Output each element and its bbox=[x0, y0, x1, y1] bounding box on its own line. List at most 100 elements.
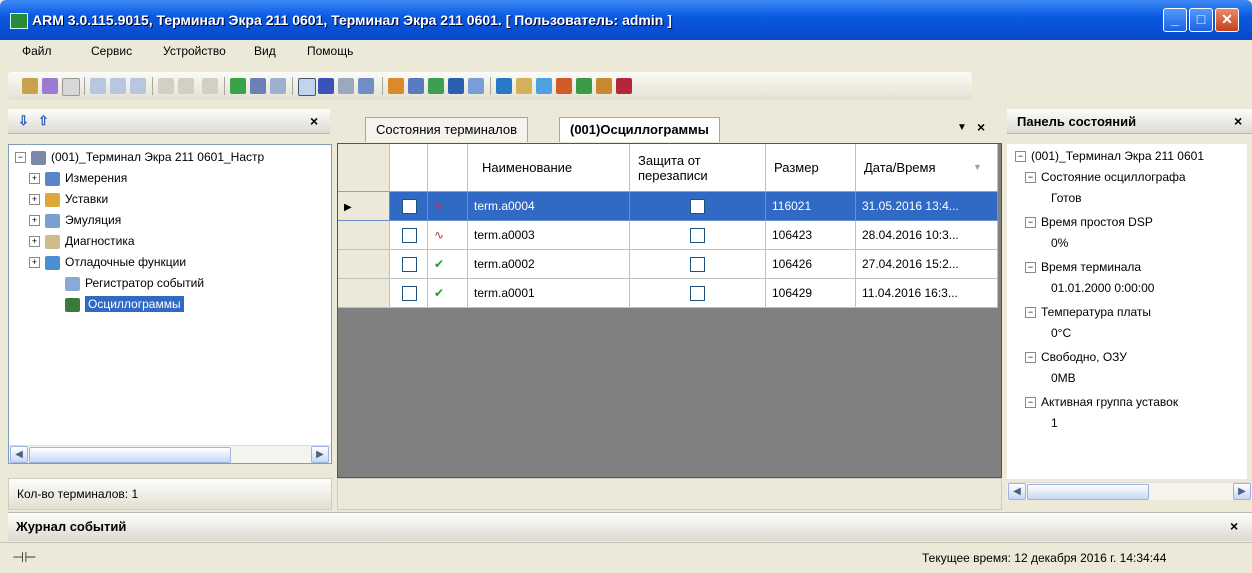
protect-checkbox[interactable] bbox=[690, 228, 705, 243]
toolbar-icon-25[interactable] bbox=[556, 78, 572, 94]
toolbar-icon-22[interactable] bbox=[496, 78, 512, 94]
table-row[interactable]: ▶ ∿ term.a0004 116021 31.05.2016 13:4... bbox=[338, 192, 1001, 221]
row-checkbox[interactable] bbox=[402, 199, 417, 214]
collapse-icon[interactable]: − bbox=[1025, 172, 1036, 184]
grid-icon[interactable] bbox=[270, 78, 286, 94]
right-pane-close-icon[interactable]: × bbox=[1234, 113, 1242, 129]
open-icon[interactable] bbox=[22, 78, 38, 94]
row-checkbox[interactable] bbox=[402, 257, 417, 272]
collapse-icon[interactable]: − bbox=[1025, 217, 1036, 229]
collapse-icon[interactable]: − bbox=[1025, 397, 1036, 409]
journal-close-icon[interactable]: × bbox=[1230, 518, 1238, 534]
collapse-icon[interactable]: − bbox=[1025, 262, 1036, 274]
arrow-up-icon[interactable]: ⇧ bbox=[38, 113, 49, 129]
event-journal-title[interactable]: Журнал событий bbox=[16, 519, 126, 534]
status-item[interactable]: − Состояние осциллографа bbox=[1025, 167, 1186, 188]
menu-service[interactable]: Сервис bbox=[91, 44, 132, 58]
toolbar-icon-7[interactable] bbox=[158, 78, 174, 94]
column-header-size[interactable]: Размер bbox=[766, 144, 856, 192]
status-root[interactable]: − (001)_Терминал Экра 211 0601 bbox=[1015, 146, 1204, 167]
connect-icon[interactable] bbox=[230, 78, 246, 94]
tree-node-event-recorder[interactable]: Регистратор событий bbox=[65, 273, 204, 294]
tree-node-emulation[interactable]: + Эмуляция bbox=[29, 210, 121, 231]
toolbar-icon-5[interactable] bbox=[110, 78, 126, 94]
status-item[interactable]: − Температура платы bbox=[1025, 302, 1151, 323]
tree-node-terminal[interactable]: − (001)_Терминал Экра 211 0601_Настр bbox=[15, 147, 264, 168]
users-icon[interactable] bbox=[250, 78, 266, 94]
toolbar-icon-4[interactable] bbox=[90, 78, 106, 94]
select-icon[interactable] bbox=[318, 78, 334, 94]
row-selector[interactable] bbox=[338, 250, 390, 279]
expand-icon[interactable]: + bbox=[29, 194, 40, 206]
menu-file[interactable]: Файл bbox=[22, 44, 52, 58]
toolbar-icon-24[interactable] bbox=[536, 78, 552, 94]
minimize-button[interactable]: _ bbox=[1163, 8, 1187, 32]
scroll-thumb[interactable] bbox=[1027, 484, 1149, 500]
table-icon[interactable] bbox=[408, 78, 424, 94]
scroll-left-icon[interactable]: ◀ bbox=[1008, 483, 1026, 500]
toolbar-icon-21[interactable] bbox=[468, 78, 484, 94]
expand-icon[interactable]: + bbox=[29, 215, 40, 227]
edit-icon[interactable] bbox=[516, 78, 532, 94]
expand-icon[interactable]: + bbox=[29, 236, 40, 248]
protect-checkbox[interactable] bbox=[690, 199, 705, 214]
close-window-button[interactable]: ✕ bbox=[1215, 8, 1239, 32]
maximize-button[interactable]: □ bbox=[1189, 8, 1213, 32]
tree-node-settings[interactable]: + Уставки bbox=[29, 189, 108, 210]
row-checkbox[interactable] bbox=[402, 228, 417, 243]
row-checkbox[interactable] bbox=[402, 286, 417, 301]
toolbar-icon-28[interactable] bbox=[616, 78, 632, 94]
toolbar-icon-26[interactable] bbox=[576, 78, 592, 94]
tree-node-debug[interactable]: + Отладочные функции bbox=[29, 252, 186, 273]
collapse-icon[interactable]: − bbox=[15, 152, 26, 164]
protect-checkbox[interactable] bbox=[690, 257, 705, 272]
fit-icon[interactable] bbox=[338, 78, 354, 94]
menu-view[interactable]: Вид bbox=[254, 44, 276, 58]
status-item[interactable]: − Активная группа уставок bbox=[1025, 392, 1178, 413]
status-horizontal-scrollbar[interactable]: ◀ ▶ bbox=[1007, 482, 1252, 500]
expand-icon[interactable]: + bbox=[29, 173, 40, 185]
expand-icon[interactable]: + bbox=[29, 257, 40, 269]
toolbar-icon-27[interactable] bbox=[596, 78, 612, 94]
export-icon[interactable] bbox=[388, 78, 404, 94]
row-selector[interactable] bbox=[338, 221, 390, 250]
arrow-down-icon[interactable]: ⇩ bbox=[18, 113, 29, 129]
toolbar-icon-8[interactable] bbox=[178, 78, 194, 94]
tree-horizontal-scrollbar[interactable]: ◀ ▶ bbox=[9, 445, 331, 463]
tab-oscillograms[interactable]: (001)Осциллограммы bbox=[559, 117, 720, 142]
dropdown-view-icon[interactable] bbox=[358, 78, 374, 94]
table-row[interactable]: ∿ term.a0003 106423 28.04.2016 10:3... bbox=[338, 221, 1001, 250]
table-row[interactable]: ✔ term.a0002 106426 27.04.2016 15:2... bbox=[338, 250, 1001, 279]
new-icon[interactable] bbox=[62, 78, 80, 96]
status-item[interactable]: − Свободно, ОЗУ bbox=[1025, 347, 1127, 368]
row-selector[interactable] bbox=[338, 279, 390, 308]
status-item[interactable]: − Время терминала bbox=[1025, 257, 1141, 278]
tree-icon[interactable] bbox=[428, 78, 444, 94]
column-header-protect[interactable]: Защита от перезаписи bbox=[630, 144, 766, 192]
toolbar-icon-9[interactable] bbox=[202, 78, 218, 94]
toolbar-icon-6[interactable] bbox=[130, 78, 146, 94]
column-header-name[interactable]: Наименование bbox=[468, 144, 630, 192]
filter-icon[interactable] bbox=[448, 78, 464, 94]
status-item[interactable]: − Время простоя DSP bbox=[1025, 212, 1153, 233]
tab-close-icon[interactable]: × bbox=[977, 119, 985, 135]
tab-terminal-states[interactable]: Состояния терминалов bbox=[365, 117, 529, 142]
table-row[interactable]: ✔ term.a0001 106429 11.04.2016 16:3... bbox=[338, 279, 1001, 308]
collapse-icon[interactable]: − bbox=[1025, 352, 1036, 364]
menu-help[interactable]: Помощь bbox=[307, 44, 353, 58]
scroll-right-icon[interactable]: ▶ bbox=[311, 446, 329, 463]
tab-list-dropdown-icon[interactable]: ▼ bbox=[957, 122, 967, 133]
save-icon[interactable] bbox=[42, 78, 58, 94]
scroll-left-icon[interactable]: ◀ bbox=[10, 446, 28, 463]
collapse-icon[interactable]: − bbox=[1025, 307, 1036, 319]
tree-node-measurements[interactable]: + Измерения bbox=[29, 168, 127, 189]
row-selector[interactable]: ▶ bbox=[338, 192, 390, 221]
scroll-thumb[interactable] bbox=[29, 447, 231, 463]
list-icon[interactable] bbox=[298, 78, 316, 96]
tree-node-oscillograms[interactable]: Осциллограммы bbox=[65, 294, 184, 315]
menu-device[interactable]: Устройство bbox=[163, 44, 226, 58]
tree-node-diagnostics[interactable]: + Диагностика bbox=[29, 231, 135, 252]
collapse-icon[interactable]: − bbox=[1015, 151, 1026, 163]
scroll-right-icon[interactable]: ▶ bbox=[1233, 483, 1251, 500]
sort-desc-icon[interactable]: ▼ bbox=[973, 162, 982, 172]
